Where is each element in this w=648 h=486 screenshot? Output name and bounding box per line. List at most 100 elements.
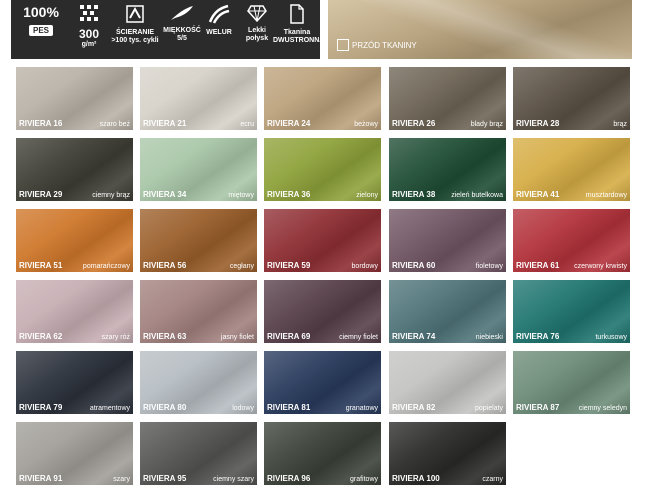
pes-badge: PES	[28, 25, 53, 36]
swatch-code: RIVIERA 41	[516, 190, 560, 199]
swatch-color-name: turkusowy	[595, 334, 627, 341]
swatch-item: RIVIERA 80 lodowy	[140, 351, 257, 414]
swatch-color-name: cegłany	[229, 263, 254, 270]
swatch-item: RIVIERA 16 szaro beż	[16, 67, 133, 130]
swatch-code: RIVIERA 36	[267, 190, 311, 199]
swatch-item: RIVIERA 36 zielony	[264, 138, 381, 201]
swatch-item: RIVIERA 63 jasny fiolet	[140, 280, 257, 343]
pes-icon: 100%	[23, 4, 59, 20]
document-icon	[290, 4, 304, 24]
shine-label: Lekki połysk	[245, 27, 269, 42]
swatch-color-name: jasny fiolet	[220, 334, 254, 341]
swatch-code: RIVIERA 91	[19, 474, 63, 483]
feature-double-sided: Tkanina DWUSTRONNA	[273, 4, 324, 45]
swatch-code: RIVIERA 81	[267, 403, 311, 412]
abrasion-icon	[126, 5, 144, 23]
feature-softness: MIĘKKOŚĆ 5/5	[161, 4, 203, 43]
swatch-color-name: grafitowy	[349, 476, 378, 483]
swatch-code: RIVIERA 56	[143, 261, 187, 270]
swatch-item: RIVIERA 28 brąz	[513, 67, 630, 130]
swatch-item: RIVIERA 61 czerwony krwisty	[513, 209, 630, 272]
swatch-color-name: brąz	[613, 121, 627, 128]
swatch-item: RIVIERA 81 granatowy	[264, 351, 381, 414]
swatch-color-name: musztardowy	[585, 192, 627, 199]
swatch-item: RIVIERA 62 szary róż	[16, 280, 133, 343]
swatch-color-name: ciemny szary	[213, 476, 254, 483]
swatch-color-name: niebieski	[475, 334, 503, 341]
feature-weight: 300 g/m²	[69, 4, 109, 49]
swatch-item: RIVIERA 38 zieleń butelkowa	[389, 138, 506, 201]
swatch-code: RIVIERA 80	[143, 403, 187, 412]
swatch-code: RIVIERA 95	[143, 474, 187, 483]
swatch-code: RIVIERA 38	[392, 190, 436, 199]
swatch-item: RIVIERA 95 ciemny szary	[140, 422, 257, 485]
swatch-color-name: ecru	[240, 121, 254, 128]
swatch-color-name: atramentowy	[89, 405, 130, 412]
swatch-color-name: szary róż	[101, 334, 130, 341]
swatch-color-name: zielony	[356, 192, 378, 199]
swatch-code: RIVIERA 62	[19, 332, 63, 341]
swatch-item: RIVIERA 51 pomarańczowy	[16, 209, 133, 272]
weave-icon	[80, 5, 98, 21]
swatch-color-name: lodowy	[232, 405, 254, 412]
weight-unit: g/m²	[81, 41, 97, 48]
swatch-code: RIVIERA 29	[19, 190, 63, 199]
swatch-item: RIVIERA 76 turkusowy	[513, 280, 630, 343]
feature-pes: 100% PES	[21, 4, 61, 38]
swatch-color-name: pomarańczowy	[82, 263, 130, 270]
fabric-front-photo: PRZÓD TKANINY	[328, 0, 632, 59]
swatch-code: RIVIERA 69	[267, 332, 311, 341]
softness-label: MIĘKKOŚĆ 5/5	[163, 27, 201, 42]
swatch-code: RIVIERA 87	[516, 403, 560, 412]
velvet-label: WELUR	[206, 29, 232, 36]
swatch-code: RIVIERA 100	[392, 474, 440, 483]
swatch-code: RIVIERA 79	[19, 403, 63, 412]
diamond-icon	[247, 5, 267, 23]
feature-velvet: WELUR	[203, 4, 235, 37]
swatch-code: RIVIERA 60	[392, 261, 436, 270]
swatch-color-name: czerwony krwisty	[574, 263, 627, 270]
swatch-item: RIVIERA 29 ciemny brąz	[16, 138, 133, 201]
swatch-item: RIVIERA 91 szary	[16, 422, 133, 485]
swatch-code: RIVIERA 76	[516, 332, 560, 341]
swatch-item: RIVIERA 24 beżowy	[264, 67, 381, 130]
swatch-code: RIVIERA 59	[267, 261, 311, 270]
swatch-color-name: czarny	[482, 476, 503, 483]
swatch-code: RIVIERA 21	[143, 119, 187, 128]
swatch-color-name: ciemny fiolet	[339, 334, 378, 341]
swatch-code: RIVIERA 74	[392, 332, 436, 341]
swatch-item: RIVIERA 26 blady brąz	[389, 67, 506, 130]
swatch-color-name: blady brąz	[470, 121, 503, 128]
feature-abrasion: ŚCIERANIE >100 tys. cykli	[109, 4, 161, 45]
swatch-item: RIVIERA 87 ciemny seledyn	[513, 351, 630, 414]
swatch-item: RIVIERA 74 niebieski	[389, 280, 506, 343]
swatch-item: RIVIERA 100 czarny	[389, 422, 506, 485]
swatch-item: RIVIERA 79 atramentowy	[16, 351, 133, 414]
swatch-color-name: fioletowy	[475, 263, 503, 270]
abrasion-label: ŚCIERANIE >100 tys. cykli	[111, 29, 159, 44]
swatch-code: RIVIERA 24	[267, 119, 311, 128]
swatch-item: RIVIERA 41 musztardowy	[513, 138, 630, 201]
photo-label: PRZÓD TKANINY	[352, 41, 417, 50]
feature-shine: Lekki połysk	[237, 4, 277, 43]
swatch-code: RIVIERA 16	[19, 119, 63, 128]
swatch-color-name: zieleń butelkowa	[451, 192, 503, 199]
swatch-code: RIVIERA 61	[516, 261, 560, 270]
swatch-item: RIVIERA 59 bordowy	[264, 209, 381, 272]
swatch-color-name: granatowy	[345, 405, 378, 412]
swatch-color-name: ciemny seledyn	[578, 405, 627, 412]
swatch-code: RIVIERA 51	[19, 261, 63, 270]
swatch-code: RIVIERA 34	[143, 190, 187, 199]
swatch-item: RIVIERA 69 ciemny fiolet	[264, 280, 381, 343]
swatch-code: RIVIERA 82	[392, 403, 436, 412]
velvet-icon	[208, 4, 230, 24]
weight-value: 300	[78, 27, 100, 41]
swatch-color-name: bordowy	[351, 263, 378, 270]
features-banner: 100% PES 300 g/m² ŚCIERANIE >100 tys. cy…	[11, 0, 324, 59]
swatch-color-name: szaro beż	[99, 121, 130, 128]
swatch-item: RIVIERA 60 fioletowy	[389, 209, 506, 272]
swatch-code: RIVIERA 28	[516, 119, 560, 128]
swatch-code: RIVIERA 96	[267, 474, 311, 483]
swatch-color-name: miętowy	[228, 192, 254, 199]
swatch-color-name: ciemny brąz	[92, 192, 130, 199]
